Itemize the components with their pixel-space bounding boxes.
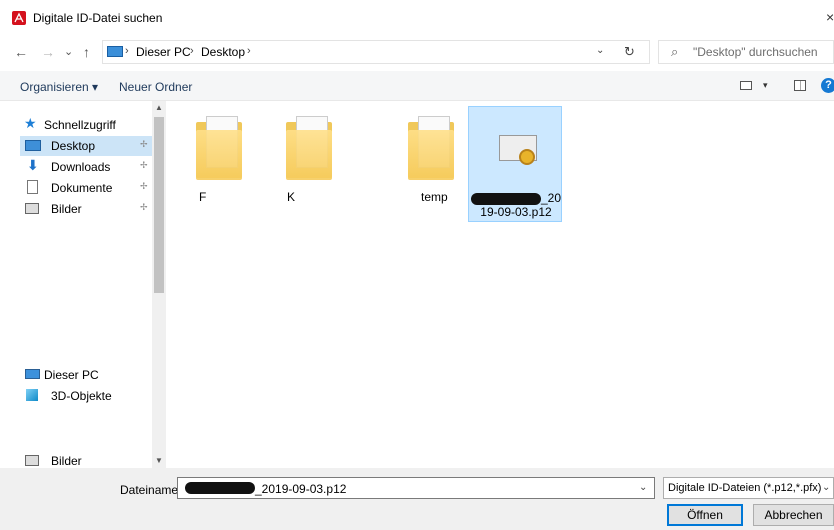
star-icon: ★ <box>24 115 37 131</box>
navigation-pane: ★ Schnellzugriff Desktop ✢ ⬇ Downloads ✢… <box>0 101 152 468</box>
recent-locations-chevron-icon[interactable]: ⌄ <box>64 45 73 58</box>
search-icon: ⌕ <box>671 44 679 59</box>
sidebar-item-label: Dieser PC <box>44 368 99 382</box>
back-arrow-icon[interactable]: ← <box>14 44 28 60</box>
organize-button[interactable]: Organisieren ▾ <box>20 80 98 94</box>
file-dialog: Digitale ID-Datei suchen × ← → ⌄ ↑ › Die… <box>0 0 834 530</box>
up-arrow-icon[interactable]: ↑ <box>83 44 90 60</box>
sidebar-item-quick-access[interactable]: ★ Schnellzugriff <box>20 115 152 135</box>
pictures-icon <box>25 455 39 466</box>
sidebar-item-this-pc[interactable]: Dieser PC <box>20 365 152 385</box>
this-pc-icon <box>107 46 123 57</box>
change-view-icon[interactable] <box>740 81 752 90</box>
file-item-folder-k[interactable]: K <box>264 106 358 222</box>
documents-icon <box>27 180 38 194</box>
file-name: _20 19-09-03.p12 <box>469 191 563 219</box>
sidebar-item-label: Bilder <box>51 202 82 216</box>
refresh-icon[interactable]: ↻ <box>624 44 635 60</box>
3d-objects-icon <box>26 389 38 401</box>
filetype-select[interactable]: Digitale ID-Dateien (*.p12,*.pfx) ⌄ <box>663 477 834 499</box>
file-item-certificate[interactable]: _20 19-09-03.p12 <box>468 106 562 222</box>
chevron-down-icon[interactable]: ⌄ <box>639 482 647 493</box>
view-dropdown-icon[interactable]: ▾ <box>763 80 768 91</box>
sidebar-item-label: Bilder <box>51 454 82 468</box>
pictures-icon <box>25 203 39 214</box>
breadcrumb-separator[interactable]: › <box>125 45 129 57</box>
pin-icon: ✢ <box>140 160 148 170</box>
scroll-up-icon[interactable]: ▲ <box>155 103 163 112</box>
file-name: temp <box>421 190 448 204</box>
pin-icon: ✢ <box>140 181 148 191</box>
bottom-panel: Dateiname: _2019-09-03.p12 ⌄ Digitale ID… <box>0 468 834 530</box>
breadcrumb-separator[interactable]: › <box>190 45 194 57</box>
scroll-down-icon[interactable]: ▼ <box>155 456 163 465</box>
acrobat-icon <box>12 11 26 25</box>
folder-icon <box>286 116 338 180</box>
new-folder-button[interactable]: Neuer Ordner <box>119 80 192 94</box>
filetype-value: Digitale ID-Dateien (*.p12,*.pfx) <box>668 482 822 494</box>
address-dropdown-icon[interactable]: ⌄ <box>596 45 604 56</box>
file-list[interactable]: F K temp _20 19-09-03.p12 <box>166 101 834 468</box>
sidebar-item-label: Schnellzugriff <box>44 118 116 132</box>
breadcrumb-desktop[interactable]: Desktop <box>201 45 245 59</box>
open-button[interactable]: Öffnen <box>667 504 743 526</box>
desktop-icon <box>25 140 41 151</box>
chevron-down-icon: ⌄ <box>822 482 831 493</box>
scroll-thumb[interactable] <box>154 117 164 293</box>
file-item-folder-temp[interactable]: temp <box>386 106 480 222</box>
sidebar-item-documents[interactable]: Dokumente ✢ <box>20 178 152 198</box>
sidebar-item-desktop[interactable]: Desktop ✢ <box>20 136 152 156</box>
sidebar-scrollbar[interactable]: ▲ ▼ <box>152 101 166 468</box>
forward-arrow-icon[interactable]: → <box>41 44 55 60</box>
download-icon: ⬇ <box>27 157 39 173</box>
sidebar-item-label: Downloads <box>51 160 111 174</box>
sidebar-item-label: Desktop <box>51 139 96 153</box>
sidebar-item-label: Dokumente <box>51 181 113 195</box>
window-title: Digitale ID-Datei suchen <box>33 11 163 25</box>
sidebar-item-pictures[interactable]: Bilder ✢ <box>20 199 152 219</box>
title-bar: Digitale ID-Datei suchen × <box>0 0 834 36</box>
file-name: K <box>287 190 296 204</box>
sidebar-item-3d-objects[interactable]: 3D-Objekte <box>20 386 152 406</box>
sidebar-item-downloads[interactable]: ⬇ Downloads ✢ <box>20 157 152 177</box>
this-pc-icon <box>25 369 40 379</box>
redacted-block <box>185 482 255 494</box>
command-toolbar: Organisieren ▾ Neuer Ordner ▾ ? <box>0 71 834 101</box>
preview-pane-icon[interactable] <box>794 80 806 91</box>
pin-icon: ✢ <box>140 139 148 149</box>
folder-icon <box>196 116 248 180</box>
breadcrumb-separator[interactable]: › <box>247 45 251 57</box>
filename-input[interactable]: _2019-09-03.p12 ⌄ <box>177 477 655 499</box>
search-placeholder: "Desktop" durchsuchen <box>693 45 818 59</box>
redacted-block <box>470 192 541 205</box>
filename-value: _2019-09-03.p12 <box>255 482 347 496</box>
filename-label: Dateiname: <box>120 483 182 497</box>
file-name: F <box>199 190 207 204</box>
search-input[interactable]: ⌕ "Desktop" durchsuchen <box>658 40 834 64</box>
certificate-icon <box>491 117 543 181</box>
help-icon[interactable]: ? <box>821 78 834 93</box>
navigation-bar: ← → ⌄ ↑ › Dieser PC › Desktop › ⌄ ↻ ⌕ "D… <box>0 36 834 69</box>
breadcrumb-this-pc[interactable]: Dieser PC <box>136 45 191 59</box>
folder-icon <box>408 116 460 180</box>
file-item-folder-f[interactable]: F <box>174 106 268 222</box>
address-bar[interactable]: › Dieser PC › Desktop › ⌄ ↻ <box>102 40 650 64</box>
pin-icon: ✢ <box>140 202 148 212</box>
sidebar-item-label: 3D-Objekte <box>51 389 112 403</box>
cancel-button[interactable]: Abbrechen <box>753 504 834 526</box>
close-icon[interactable]: × <box>826 9 834 25</box>
